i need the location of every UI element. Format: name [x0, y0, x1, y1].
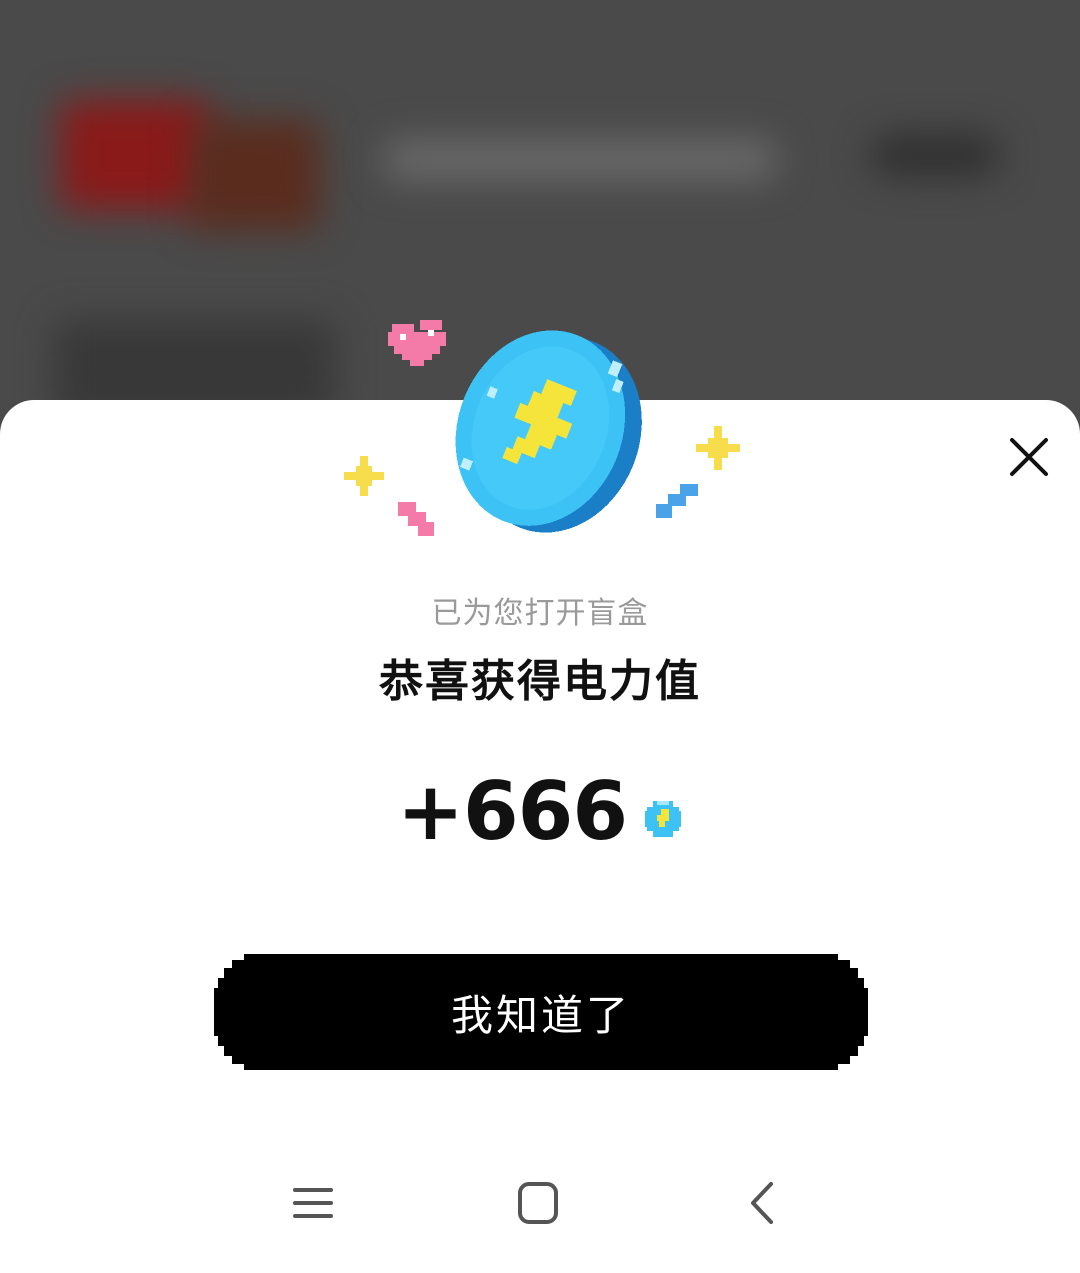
confirm-button[interactable]: 我知道了 — [214, 954, 868, 1070]
lightning-coin-icon — [645, 800, 682, 837]
reward-amount: +666 — [396, 765, 628, 858]
back-icon — [751, 1182, 773, 1224]
sparkle-icon — [344, 456, 384, 496]
background-text — [385, 140, 775, 180]
lightning-coin-icon — [455, 330, 642, 533]
background-button — [870, 135, 1000, 175]
reward-title: 恭喜获得电力值 — [379, 656, 701, 707]
coin-illustration — [330, 300, 760, 560]
background-thumbnail — [60, 100, 210, 210]
system-nav-bar — [0, 1150, 1080, 1250]
background-thumbnail — [190, 120, 320, 230]
confetti-icon — [656, 484, 698, 518]
sparkle-icon — [696, 426, 740, 470]
heart-icon — [388, 320, 446, 366]
menu-button[interactable] — [283, 1178, 343, 1228]
reward-row: +666 — [0, 765, 1080, 858]
confetti-icon — [398, 502, 434, 536]
back-button[interactable] — [733, 1178, 793, 1228]
home-icon — [518, 1182, 558, 1224]
menu-icon — [293, 1188, 333, 1218]
close-icon — [1010, 438, 1048, 476]
confirm-button-label: 我知道了 — [450, 990, 631, 1040]
subtitle: 已为您打开盲盒 — [431, 596, 649, 631]
home-button[interactable] — [508, 1178, 568, 1228]
close-button[interactable] — [1006, 434, 1052, 480]
